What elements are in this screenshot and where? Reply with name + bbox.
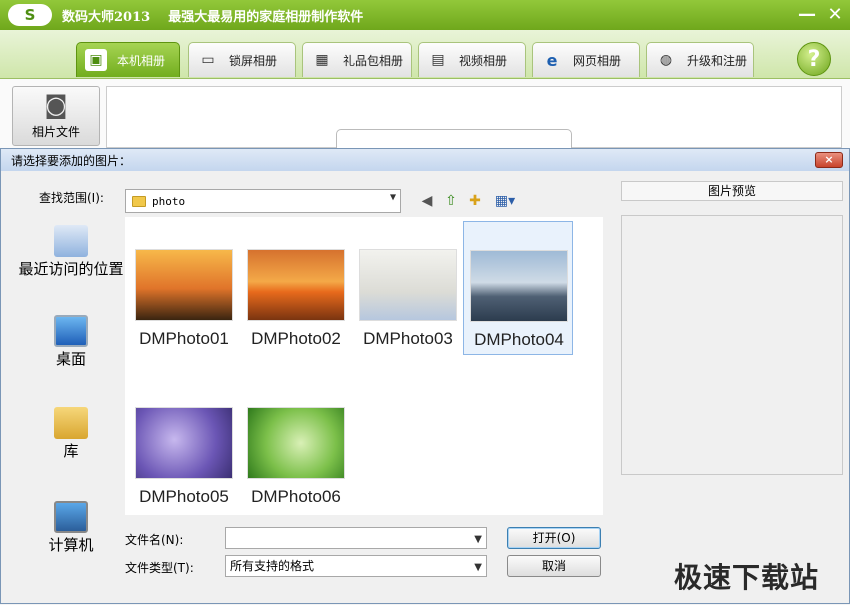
minimize-icon[interactable]: — bbox=[796, 4, 818, 26]
preview-header: 图片预览 bbox=[621, 181, 843, 201]
photo-album-icon: ▣ bbox=[85, 49, 107, 71]
watermark: 极速下载站 bbox=[674, 561, 820, 594]
chevron-down-icon: ▼ bbox=[389, 192, 396, 203]
file-item[interactable]: DMPhoto06 bbox=[241, 379, 351, 513]
tab-web-album[interactable]: e 网页相册 bbox=[532, 42, 640, 77]
look-in-combo[interactable]: photo ▼ bbox=[125, 189, 401, 213]
place-recent[interactable]: 最近访问的位置 bbox=[15, 225, 127, 280]
open-button[interactable]: 打开(O) bbox=[507, 527, 601, 549]
recent-places-icon bbox=[54, 225, 88, 257]
tab-upgrade-register[interactable]: ◍ 升级和注册 bbox=[646, 42, 754, 77]
preview-pane bbox=[621, 215, 843, 475]
file-item[interactable]: DMPhoto03 bbox=[353, 221, 463, 355]
file-name: DMPhoto03 bbox=[363, 329, 453, 348]
file-item[interactable]: DMPhoto02 bbox=[241, 221, 351, 355]
file-name: DMPhoto02 bbox=[251, 329, 341, 348]
photo-files-button[interactable]: ◙ 相片文件 bbox=[12, 86, 100, 146]
close-icon[interactable]: ✕ bbox=[824, 4, 846, 26]
app-titlebar: S 数码大师2013 最强大最易用的家庭相册制作软件 — ✕ bbox=[0, 0, 850, 30]
ie-icon: e bbox=[546, 50, 558, 70]
tab-video-album[interactable]: ▤ 视频相册 bbox=[418, 42, 526, 77]
desktop-icon bbox=[54, 315, 88, 347]
chevron-down-icon: ▼ bbox=[474, 534, 482, 545]
dialog-close-button[interactable]: × bbox=[815, 152, 843, 168]
thumbnail-image bbox=[359, 249, 457, 321]
tab-label: 升级和注册 bbox=[687, 53, 748, 68]
thumbnail-image bbox=[247, 407, 345, 479]
file-name: DMPhoto01 bbox=[139, 329, 229, 348]
thumbnail-image bbox=[470, 250, 568, 322]
place-label: 最近访问的位置 bbox=[18, 260, 124, 278]
place-computer[interactable]: 计算机 bbox=[15, 501, 127, 556]
tab-gift-album[interactable]: ▦ 礼品包相册 bbox=[302, 42, 412, 77]
filetype-label: 文件类型(T): bbox=[125, 561, 194, 575]
tab-label: 本机相册 bbox=[117, 53, 166, 68]
app-slogan: 最强大最易用的家庭相册制作软件 bbox=[168, 9, 364, 25]
place-label: 桌面 bbox=[55, 350, 86, 368]
gift-icon: ▦ bbox=[315, 52, 329, 68]
look-in-value: photo bbox=[152, 194, 186, 208]
place-libraries[interactable]: 库 bbox=[15, 407, 127, 462]
globe-icon: ◍ bbox=[659, 52, 673, 68]
tab-label: 锁屏相册 bbox=[229, 53, 278, 68]
look-in-label: 查找范围(I): bbox=[39, 191, 104, 205]
filename-label: 文件名(N): bbox=[125, 533, 184, 547]
monitor-icon: ▭ bbox=[201, 52, 215, 68]
open-file-dialog: 请选择要添加的图片： × 查找范围(I): photo ▼ ◀ ⇧ ✚ ▦▾ 最… bbox=[0, 148, 850, 604]
thumbnail-image bbox=[135, 407, 233, 479]
thumbnail-image bbox=[247, 249, 345, 321]
camera-icon: ◙ bbox=[44, 91, 68, 119]
library-icon bbox=[54, 407, 88, 439]
filetype-value: 所有支持的格式 bbox=[230, 559, 315, 573]
tab-lockscreen-album[interactable]: ▭ 锁屏相册 bbox=[188, 42, 296, 77]
file-name: DMPhoto05 bbox=[139, 487, 229, 506]
places-bar: 最近访问的位置 桌面 库 计算机 bbox=[15, 219, 127, 605]
up-folder-icon[interactable]: ⇧ bbox=[441, 191, 461, 211]
tab-label: 礼品包相册 bbox=[343, 53, 404, 68]
file-name: DMPhoto06 bbox=[251, 487, 341, 506]
dialog-title: 请选择要添加的图片： bbox=[11, 153, 132, 168]
filename-field[interactable]: ▼ bbox=[225, 527, 487, 549]
filetype-select[interactable]: 所有支持的格式 ▼ bbox=[225, 555, 487, 577]
new-folder-icon[interactable]: ✚ bbox=[465, 191, 485, 211]
back-icon[interactable]: ◀ bbox=[417, 191, 437, 211]
folder-icon bbox=[132, 195, 146, 207]
tab-strip: ▣ 本机相册 ▭ 锁屏相册 ▦ 礼品包相册 ▤ 视频相册 e 网页相册 ◍ 升级… bbox=[0, 30, 850, 78]
app-title: 数码大师2013 bbox=[62, 9, 151, 25]
file-item[interactable]: DMPhoto05 bbox=[129, 379, 239, 513]
photo-files-label: 相片文件 bbox=[31, 125, 80, 139]
thumbnail-image bbox=[135, 249, 233, 321]
cancel-button[interactable]: 取消 bbox=[507, 555, 601, 577]
app-logo: S bbox=[8, 4, 52, 26]
tab-label: 网页相册 bbox=[573, 53, 622, 68]
tab-local-album[interactable]: ▣ 本机相册 bbox=[76, 42, 180, 77]
file-name: DMPhoto04 bbox=[474, 330, 564, 349]
view-menu-icon[interactable]: ▦▾ bbox=[491, 191, 519, 211]
place-label: 计算机 bbox=[48, 536, 94, 554]
film-icon: ▤ bbox=[431, 52, 445, 68]
file-list: DMPhoto01 DMPhoto02 DMPhoto03 DMPhoto04 … bbox=[125, 217, 603, 515]
place-label: 库 bbox=[63, 442, 79, 460]
dialog-titlebar: 请选择要添加的图片： × bbox=[1, 149, 849, 171]
file-item[interactable]: DMPhoto01 bbox=[129, 221, 239, 355]
help-button[interactable]: ? bbox=[797, 42, 831, 76]
place-desktop[interactable]: 桌面 bbox=[15, 315, 127, 370]
tab-label: 视频相册 bbox=[459, 53, 508, 68]
file-item-selected[interactable]: DMPhoto04 bbox=[463, 221, 573, 355]
chevron-down-icon: ▼ bbox=[474, 562, 482, 573]
computer-icon bbox=[54, 501, 88, 533]
